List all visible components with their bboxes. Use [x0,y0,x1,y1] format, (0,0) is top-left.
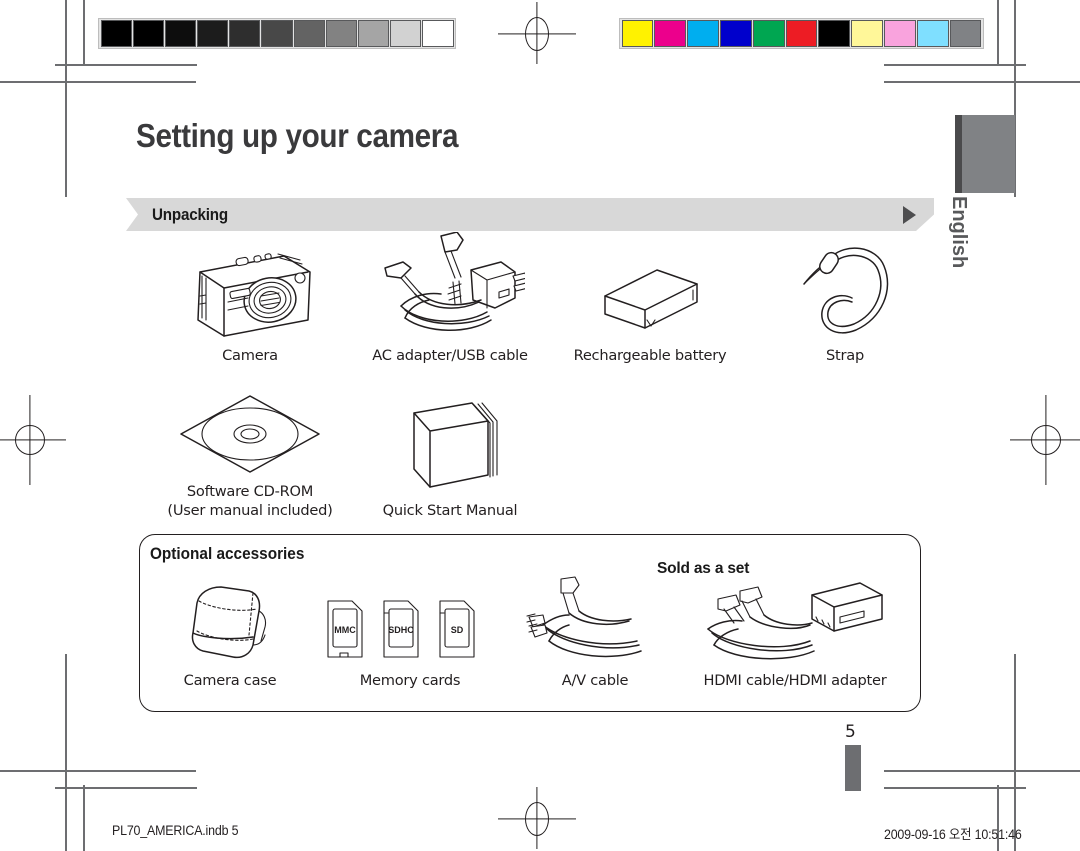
print-proof-page: Setting up your camera English Unpacking [0,0,1080,851]
grayscale-swatch-2 [164,20,197,47]
unpacking-item-cd-rom: Software CD-ROM (User manual included) [150,382,350,520]
language-tab-label: English [948,196,970,269]
unpacking-row-1: Camera AC adapter/USB cable Rechargeable… [150,232,940,365]
page-title: Setting up your camera [136,117,459,154]
grayscale-swatch-3 [197,20,229,47]
grayscale-swatch-6 [293,20,325,47]
color-swatch-5 [785,20,818,47]
item-caption: Quick Start Manual [382,502,518,519]
color-swatch-8 [884,20,916,47]
registration-mark-top [498,2,576,64]
footer-file-name: PL70_AMERICA.indb 5 [112,823,239,838]
unpacking-row-2: Software CD-ROM (User manual included) Q… [150,382,550,520]
grayscale-swatch-10 [422,20,454,47]
color-calibration-bar [619,18,984,49]
grayscale-swatch-0 [100,20,132,47]
grayscale-swatch-7 [325,20,357,47]
unpacking-item-strap: Strap [750,240,940,365]
camera-icon [180,242,320,340]
section-banner [126,198,934,231]
grayscale-swatch-9 [390,20,422,47]
grayscale-swatch-5 [261,20,293,47]
color-swatch-4 [752,20,785,47]
item-caption: HDMI cable/HDMI adapter [703,672,887,689]
registration-mark-left [0,395,66,485]
av-cable-icon [525,573,665,665]
item-caption: Camera [222,347,278,364]
accessory-item-camera-case: Camera case [150,578,310,690]
item-caption: Memory cards [359,672,461,689]
footer-timestamp: 2009-09-16 오전 10:51:46 [884,827,1022,842]
accessory-item-av-cable: A/V cable [510,576,680,690]
item-caption: Strap [826,347,864,364]
language-tab-spine [955,115,962,193]
memory-card-label: SDHC [388,625,414,635]
color-swatch-2 [687,20,719,47]
item-caption: AC adapter/USB cable [372,347,528,364]
item-caption: A/V cable [561,672,629,689]
color-swatch-7 [851,20,883,47]
optional-accessories-title: Optional accessories [150,545,305,563]
accessory-item-hdmi: HDMI cable/HDMI adapter [680,578,910,690]
memory-cards-icon: MMC SDHC SD [322,579,498,665]
item-caption: Software CD-ROM (User manual included) [167,483,333,519]
grayscale-calibration-bar [98,18,456,49]
unpacking-item-camera: Camera [150,240,350,365]
color-swatch-6 [818,20,851,47]
unpacking-item-battery: Rechargeable battery [550,240,750,365]
registration-mark-bottom [498,787,576,849]
memory-card-label: SD [451,625,464,635]
language-tab-block [955,115,1015,193]
page-number-bar [845,745,861,791]
manual-booklet-icon [390,399,510,495]
cd-rom-icon [175,390,325,476]
item-caption: Camera case [183,672,277,689]
grayscale-swatch-1 [132,20,164,47]
unpacking-item-ac-adapter: AC adapter/USB cable [350,232,550,365]
battery-icon [585,250,715,340]
color-swatch-0 [621,20,654,47]
unpacking-item-quick-start-manual: Quick Start Manual [350,382,550,520]
section-banner-label: Unpacking [152,206,228,224]
color-swatch-9 [916,20,949,47]
ac-adapter-usb-cable-icon [375,232,525,340]
accessory-item-memory-cards: MMC SDHC SD Memory cards [310,578,510,690]
page-number: 5 [845,722,856,742]
color-swatch-10 [949,20,982,47]
grayscale-swatch-8 [358,20,390,47]
item-caption: Rechargeable battery [573,347,727,364]
color-swatch-1 [654,20,687,47]
grayscale-swatch-4 [229,20,261,47]
registration-mark-right [1010,395,1080,485]
optional-accessories-row: Camera case MMC SDHC SD Memory cards A/V… [150,576,910,690]
camera-case-icon [175,579,285,665]
hdmi-cable-adapter-icon [700,573,890,665]
triangle-right-icon [903,206,916,224]
memory-card-label: MMC [334,625,356,635]
color-swatch-3 [719,20,752,47]
strap-icon [790,236,900,340]
